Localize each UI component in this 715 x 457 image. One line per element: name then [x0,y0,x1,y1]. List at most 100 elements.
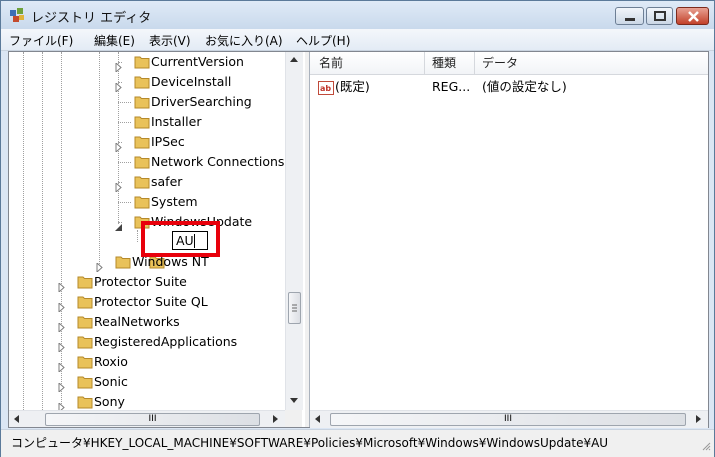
scroll-left-arrow-icon[interactable] [9,411,25,427]
scroll-down-arrow-icon[interactable] [286,392,302,408]
close-button[interactable] [676,7,709,25]
tree-node-sonic[interactable]: Sonic [9,372,285,394]
registry-editor-window: レジストリ エディタ ファイル(F) 編集(E) 表示(V) お気に入り(A) … [0,0,715,457]
tree-node-registeredapplications[interactable]: RegisteredApplications [9,332,285,354]
regedit-app-icon [9,7,25,23]
tree-node-label: IPSec [151,134,185,149]
status-key-path: コンピュータ¥HKEY_LOCAL_MACHINE¥SOFTWARE¥Polic… [11,436,609,450]
tree-node-label: Network Connections [151,154,285,169]
status-bar: コンピュータ¥HKEY_LOCAL_MACHINE¥SOFTWARE¥Polic… [1,429,714,457]
folder-icon [77,355,93,369]
tree-node-label: Sonic [94,374,128,389]
menu-file[interactable]: ファイル(F) [9,32,73,49]
folder-icon [134,155,150,169]
tree-node-protector-suite-ql[interactable]: Protector Suite QL [9,292,285,314]
tree-node-label: DriverSearching [151,94,252,109]
scroll-left-arrow-icon[interactable] [310,411,326,427]
tree-node-installer[interactable]: Installer [9,112,285,132]
expand-arrow-icon[interactable] [57,378,66,394]
tree-node-ipsec[interactable]: IPSec [9,132,285,154]
svg-text:ab: ab [320,84,331,93]
expand-arrow-icon[interactable] [57,318,66,334]
folder-icon [134,75,150,89]
tree-horizontal-scrollbar[interactable]: III [9,410,285,427]
scrollbar-grip: III [148,414,157,424]
expand-arrow-icon[interactable] [57,278,66,294]
folder-icon [115,255,131,269]
tree-node-driversearching[interactable]: DriverSearching [9,92,285,112]
tree-node-label: DeviceInstall [151,74,232,89]
expand-arrow-icon[interactable] [114,78,123,94]
column-header-data[interactable]: データ [482,52,518,74]
tree-node-realnetworks[interactable]: RealNetworks [9,312,285,334]
tree-node-label: Sony [94,394,125,409]
window-title: レジストリ エディタ [31,11,152,26]
folder-icon [134,115,150,129]
menu-view[interactable]: 表示(V) [149,32,191,49]
tree-node-label: safer [151,174,183,189]
value-data: (値の設定なし) [482,79,567,94]
tree-node-deviceinstall[interactable]: DeviceInstall [9,72,285,94]
scrollbar-corner [285,410,302,427]
folder-icon [77,315,93,329]
tree-node-system[interactable]: System [9,192,285,212]
string-value-icon: ab [318,80,334,96]
expand-arrow-icon[interactable] [57,398,66,414]
menu-help[interactable]: ヘルプ(H) [296,32,350,49]
folder-icon [77,295,93,309]
column-header-name[interactable]: 名前 [319,52,343,74]
key-tree-pane[interactable]: CurrentVersion DeviceInstall DriverSearchi… [9,52,306,427]
scrollbar-thumb[interactable]: III [45,413,260,426]
expand-arrow-icon[interactable] [114,58,123,74]
folder-icon [134,195,150,209]
tree-node-protector-suite[interactable]: Protector Suite [9,272,285,294]
tree-guide-line [118,162,131,163]
value-list-pane[interactable]: 名前 種類 データ ab (既定) REG... (値の設定なし) III [310,52,708,428]
tree-node-safer[interactable]: safer [9,172,285,194]
tree-guide-line [118,122,131,123]
scrollbar-thumb[interactable]: III [330,413,686,426]
menu-favorites[interactable]: お気に入り(A) [205,32,283,49]
expand-arrow-icon[interactable] [57,298,66,314]
menu-edit[interactable]: 編集(E) [94,32,135,49]
tree-node-label: Protector Suite [94,274,187,289]
scroll-right-arrow-icon[interactable] [690,411,706,427]
client-area: CurrentVersion DeviceInstall DriverSearchi… [8,51,709,428]
expand-arrow-icon[interactable] [114,178,123,194]
menu-bar: ファイル(F) 編集(E) 表示(V) お気に入り(A) ヘルプ(H) [1,29,714,51]
folder-icon [134,95,150,109]
folder-icon [77,375,93,389]
tree-guide-line [118,102,131,103]
scroll-right-arrow-icon[interactable] [267,411,283,427]
value-type: REG... [432,79,471,94]
tree-node-roxio[interactable]: Roxio [9,352,285,374]
text-caret [194,234,195,248]
list-horizontal-scrollbar[interactable]: III [310,410,708,428]
expand-arrow-icon[interactable] [114,138,123,154]
folder-icon [134,135,150,149]
scrollbar-thumb[interactable] [288,292,301,324]
expand-arrow-icon[interactable] [95,258,104,274]
tree-node-label: Installer [151,114,202,129]
tree-node-label: CurrentVersion [151,54,244,69]
tree-node-label: RegisteredApplications [94,334,238,349]
title-bar[interactable]: レジストリ エディタ [1,1,714,29]
maximize-button[interactable] [646,7,673,25]
tree-node-sony[interactable]: Sony [9,392,285,414]
expand-arrow-icon[interactable] [57,338,66,354]
column-header-type[interactable]: 種類 [432,52,456,74]
scrollbar-grip: III [504,414,512,424]
column-separator[interactable] [424,52,425,74]
minimize-button[interactable] [615,7,644,25]
collapse-arrow-icon[interactable] [114,218,123,231]
resize-grip-icon[interactable] [701,440,711,454]
tree-node-network-connections[interactable]: Network Connections [9,152,285,172]
tree-node-currentversion[interactable]: CurrentVersion [9,52,285,74]
value-name: (既定) [335,79,370,94]
tree-vertical-scrollbar[interactable] [285,52,303,410]
key-rename-input[interactable]: AU [172,231,208,250]
column-separator[interactable] [474,52,475,74]
scroll-up-arrow-icon[interactable] [286,52,302,68]
tree-node-label: RealNetworks [94,314,180,329]
expand-arrow-icon[interactable] [57,358,66,374]
